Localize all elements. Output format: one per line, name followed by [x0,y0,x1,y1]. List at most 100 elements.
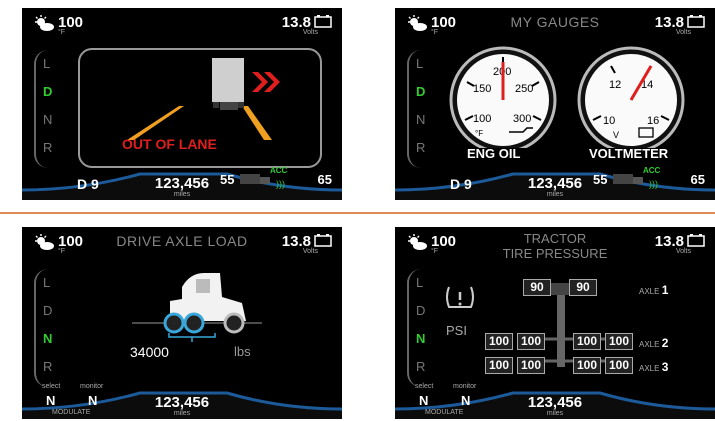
odometer-unit: miles [546,410,564,417]
current-speed: 55 [593,172,608,187]
select-label: select [415,383,434,390]
tire-axle2-inner-right: 100 [573,333,601,350]
tire-axle1-left: 90 [523,279,551,296]
gear-d: D [43,303,53,318]
set-speed: 65 [690,172,705,187]
axle-2-label: AXLE 2 [639,336,669,350]
gear-d: D [416,84,426,99]
voltmeter-label: VOLTMETER [589,146,669,161]
volt-tick-12: 12 [609,79,621,91]
gear-d: D [43,84,53,99]
bottom-bar: D 9 123,456 miles 55 ACC ))) 65 [22,160,342,200]
tractor-side-icon [132,273,262,334]
chevron-right-icon [252,72,268,92]
out-of-lane-alert: OUT OF LANE [122,136,217,152]
axle-1-label: AXLE 1 [639,283,669,297]
volt-tick-16: 16 [647,115,659,127]
gear-l: L [43,275,51,290]
gear-n: N [416,112,426,127]
tpms-warning-icon [446,286,474,308]
temp-unit: °F [58,248,66,255]
temp-unit: °F [431,29,439,36]
odometer: 123,456 [154,394,210,411]
axle-3-label: AXLE 3 [639,360,669,374]
tire-axle3-inner-right: 100 [573,357,601,374]
tire-pressure-screen: 100 °F TRACTOR TIRE PRESSURE 13.8 Volts … [395,227,715,419]
eng-oil-gauge: 100 150 200 250 300 °F [449,46,557,148]
battery-icon [687,234,705,247]
bottom-bar: select monitor N N MODULATE 123,456 mile… [395,379,715,419]
battery-voltage: 13.8 Volts [282,14,332,36]
psi-label: PSI [446,323,467,338]
truck-icon [240,174,270,184]
monitor-label: monitor [453,383,477,390]
drive-axle-load-screen: 100 °F DRIVE AXLE LOAD 13.8 Volts L D N … [22,227,342,419]
axle-bracket [168,333,216,342]
bottom-bar: select monitor N N MODULATE 123,456 mile… [22,379,342,419]
tire-axle2-outer-right: 100 [605,333,633,350]
tire-axle1-right: 90 [569,279,597,296]
gear-r: R [43,359,53,374]
trailer-icon [212,58,244,102]
current-speed: 55 [220,172,235,187]
weather-icon [35,15,54,31]
battery-icon [314,234,332,247]
select-label: select [42,383,61,390]
volt-tick-10: 10 [603,115,615,127]
set-speed: 65 [317,172,332,187]
gear-n: N [43,112,53,127]
volt-unit: V [613,130,619,140]
oil-tick-300: 300 [513,113,531,125]
eng-oil-label: ENG OIL [467,146,521,161]
volts-unit: Volts [302,29,318,36]
radar-icon: ))) [649,179,658,189]
battery-voltage: 13.8 Volts [655,14,705,36]
odometer-unit: miles [173,410,191,417]
oil-tick-100: 100 [473,113,491,125]
gear-indicator: L D N R [34,269,58,387]
lane-graphic [127,58,280,140]
oil-unit: °F [475,129,483,138]
tire-axle2-inner-left: 100 [517,333,545,350]
acc-indicator: 55 ACC ))) 65 [212,166,332,194]
acc-label: ACC [643,166,661,175]
tire-axle3-outer-right: 100 [605,357,633,374]
volts-unit: Volts [302,248,318,255]
acc-indicator: 55 ACC ))) 65 [585,166,705,194]
gear-n: N [416,331,426,346]
monitor-label: monitor [80,383,104,390]
battery-voltage: 13.8 Volts [282,233,332,255]
gear-n: N [43,331,53,346]
lane-departure-screen: 100 °F 13.8 Volts L D N R OUT OF LANE D … [22,8,342,200]
battery-icon [314,15,332,28]
tire-axle2-outer-left: 100 [485,333,513,350]
volts-unit: Volts [675,248,691,255]
gear-indicator: L D N R [407,50,431,168]
gear-l: L [416,56,424,71]
my-gauges-screen: 100 °F MY GAUGES 13.8 Volts L D N R 100 … [395,8,715,200]
gear-indicator: L D N R [407,269,431,387]
truck-icon [613,174,643,184]
outside-temp: 100 °F [32,14,83,36]
right-lane-line [242,106,272,140]
gear-d: D [416,303,426,318]
odometer: 123,456 [527,394,583,411]
voltmeter-gauge: 10 12 14 16 V [577,46,685,148]
volts-unit: Volts [675,29,691,36]
battery-icon [687,15,705,28]
gear-r: R [416,140,426,155]
section-divider [0,212,715,214]
radar-icon: ))) [276,179,285,189]
gear-r: R [416,359,426,374]
bottom-bar: D 9 123,456 miles 55 ACC ))) 65 [395,160,715,200]
left-lane-line [127,106,184,140]
axle-load-value: 34000 [130,344,169,360]
tire-axle3-inner-left: 100 [517,357,545,374]
gear-l: L [416,275,424,290]
acc-label: ACC [270,166,288,175]
oil-tick-150: 150 [473,83,491,95]
temp-unit: °F [58,29,66,36]
tire-axle3-outer-left: 100 [485,357,513,374]
oil-tick-250: 250 [515,83,533,95]
axle-load-unit: lbs [234,344,251,359]
